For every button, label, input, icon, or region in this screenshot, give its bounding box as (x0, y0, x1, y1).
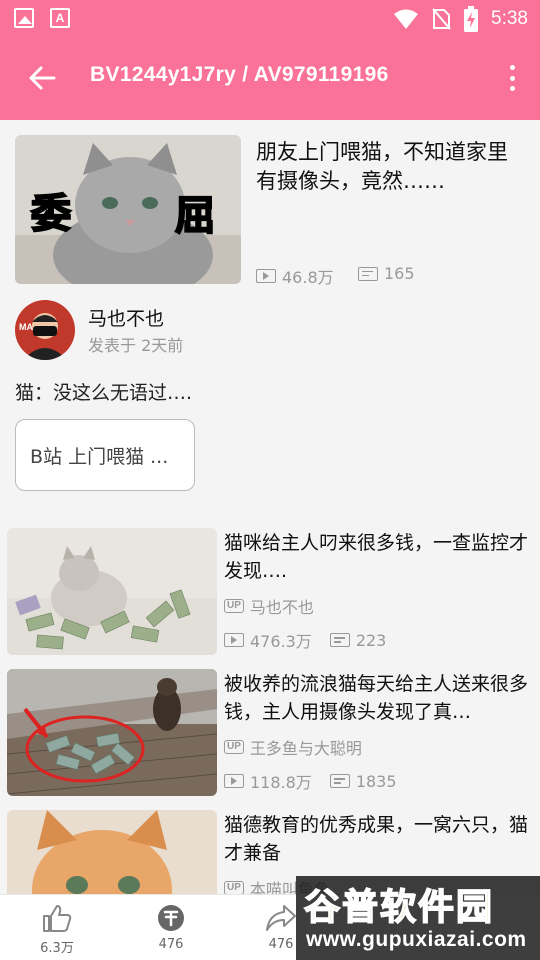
cat-with-money-image (7, 528, 217, 655)
related-stats: 476.3万 223 (224, 628, 386, 652)
stray-cat-money-image (7, 669, 217, 796)
related-thumbnail[interactable] (7, 810, 217, 894)
play-count-icon (256, 269, 276, 283)
tag-label: B站 上门喂猫 ... (30, 445, 169, 468)
view-count-value: 118.8万 (250, 773, 312, 792)
thumbs-up-icon (43, 905, 72, 932)
uploader[interactable]: UP 马也不也 (224, 594, 314, 618)
like-count: 6.3万 (40, 941, 74, 956)
play-count-icon (224, 633, 244, 647)
tag-button[interactable]: B站 上门喂猫 ... (15, 419, 195, 491)
video-id-title: BV1244y1J7ry / AV979119196 (90, 63, 389, 86)
danmaku-count: 165 (358, 264, 415, 283)
watermark-url: www.gupuxiazai.com (306, 928, 527, 951)
status-bar: A 5:38 (0, 0, 540, 36)
dot-icon (509, 75, 515, 81)
related-title: 猫德教育的优秀成果，一窝六只，猫才兼备 (224, 814, 529, 864)
related-stats: 118.8万 1835 (224, 769, 397, 793)
danmaku-icon (329, 774, 350, 788)
back-button[interactable] (22, 60, 62, 96)
watermark-logo-text: 谷普软件园 (303, 886, 495, 929)
avatar[interactable]: MA (15, 300, 75, 360)
play-count-icon (224, 774, 244, 788)
like-button[interactable]: 6.3万 (27, 903, 87, 956)
uploader[interactable]: UP 王多鱼与大聪明 (224, 735, 362, 759)
coin-count: 476 (158, 937, 184, 952)
up-badge-icon: UP (224, 599, 244, 613)
author-name[interactable]: 马也不也 (88, 304, 164, 331)
app-notification-icon: A (50, 8, 70, 28)
share-count: 476 (268, 937, 294, 952)
danmaku-count-value: 223 (355, 630, 387, 650)
view-count: 46.8万 (256, 264, 334, 288)
related-title: 猫咪给主人叼来很多钱，一查监控才发现…. (224, 532, 529, 582)
related-thumbnail[interactable] (7, 528, 217, 655)
danmaku-icon (358, 266, 378, 281)
view-count-value: 476.3万 (250, 632, 312, 651)
sad-cat-image: 委 屈 (15, 135, 241, 284)
up-badge-icon: UP (224, 881, 244, 894)
coin-icon (158, 905, 184, 931)
dot-icon (509, 86, 515, 91)
list-item[interactable]: 猫咪给主人叼来很多钱，一查监控才发现…. UP 马也不也 476.3万 223 (0, 528, 540, 658)
app-toolbar: BV1244y1J7ry / AV979119196 (0, 36, 540, 120)
svg-text:MA: MA (19, 322, 33, 332)
danmaku-icon (329, 633, 350, 647)
related-thumbnail[interactable] (7, 669, 217, 796)
uploader-name: 王多鱼与大聪明 (249, 739, 362, 758)
site-watermark: 谷普软件园 www.gupuxiazai.com (296, 876, 540, 960)
thumb-caption-right: 屈 (175, 193, 215, 239)
video-detail: 委 屈 朋友上门喂猫，不知道家里有摄像头，竟然…… 46.8万 165 MA 马… (0, 120, 540, 894)
gallery-notification-icon (14, 8, 34, 28)
video-description: 猫：没这么无语过…. (15, 382, 193, 404)
clock: 5:38 (491, 8, 528, 29)
thumb-caption-left: 委 (31, 191, 71, 237)
arrow-left-icon (29, 66, 56, 90)
danmaku-count-value: 165 (384, 264, 415, 283)
more-options-button[interactable] (502, 62, 522, 94)
up-badge-icon: UP (224, 740, 244, 754)
video-thumbnail[interactable]: 委 屈 (15, 135, 241, 284)
dot-icon (509, 65, 515, 70)
uploader-name: 马也不也 (249, 598, 314, 617)
list-item[interactable]: 被收养的流浪猫每天给主人送来很多钱，主人用摄像头发现了真… UP 王多鱼与大聪明… (0, 669, 540, 799)
danmaku-count-value: 1835 (355, 771, 397, 791)
coin-button[interactable]: 476 (141, 903, 201, 952)
no-sim-icon (432, 8, 451, 30)
share-arrow-icon (266, 905, 296, 931)
orange-kitten-image (7, 810, 217, 894)
video-title: 朋友上门喂猫，不知道家里有摄像头，竟然…… (256, 140, 508, 193)
view-count-value: 46.8万 (282, 268, 334, 287)
wifi-icon (394, 9, 419, 29)
battery-charging-icon (464, 6, 479, 32)
related-title: 被收养的流浪猫每天给主人送来很多钱，主人用摄像头发现了真… (224, 673, 529, 723)
post-time: 发表于 2天前 (88, 336, 184, 355)
